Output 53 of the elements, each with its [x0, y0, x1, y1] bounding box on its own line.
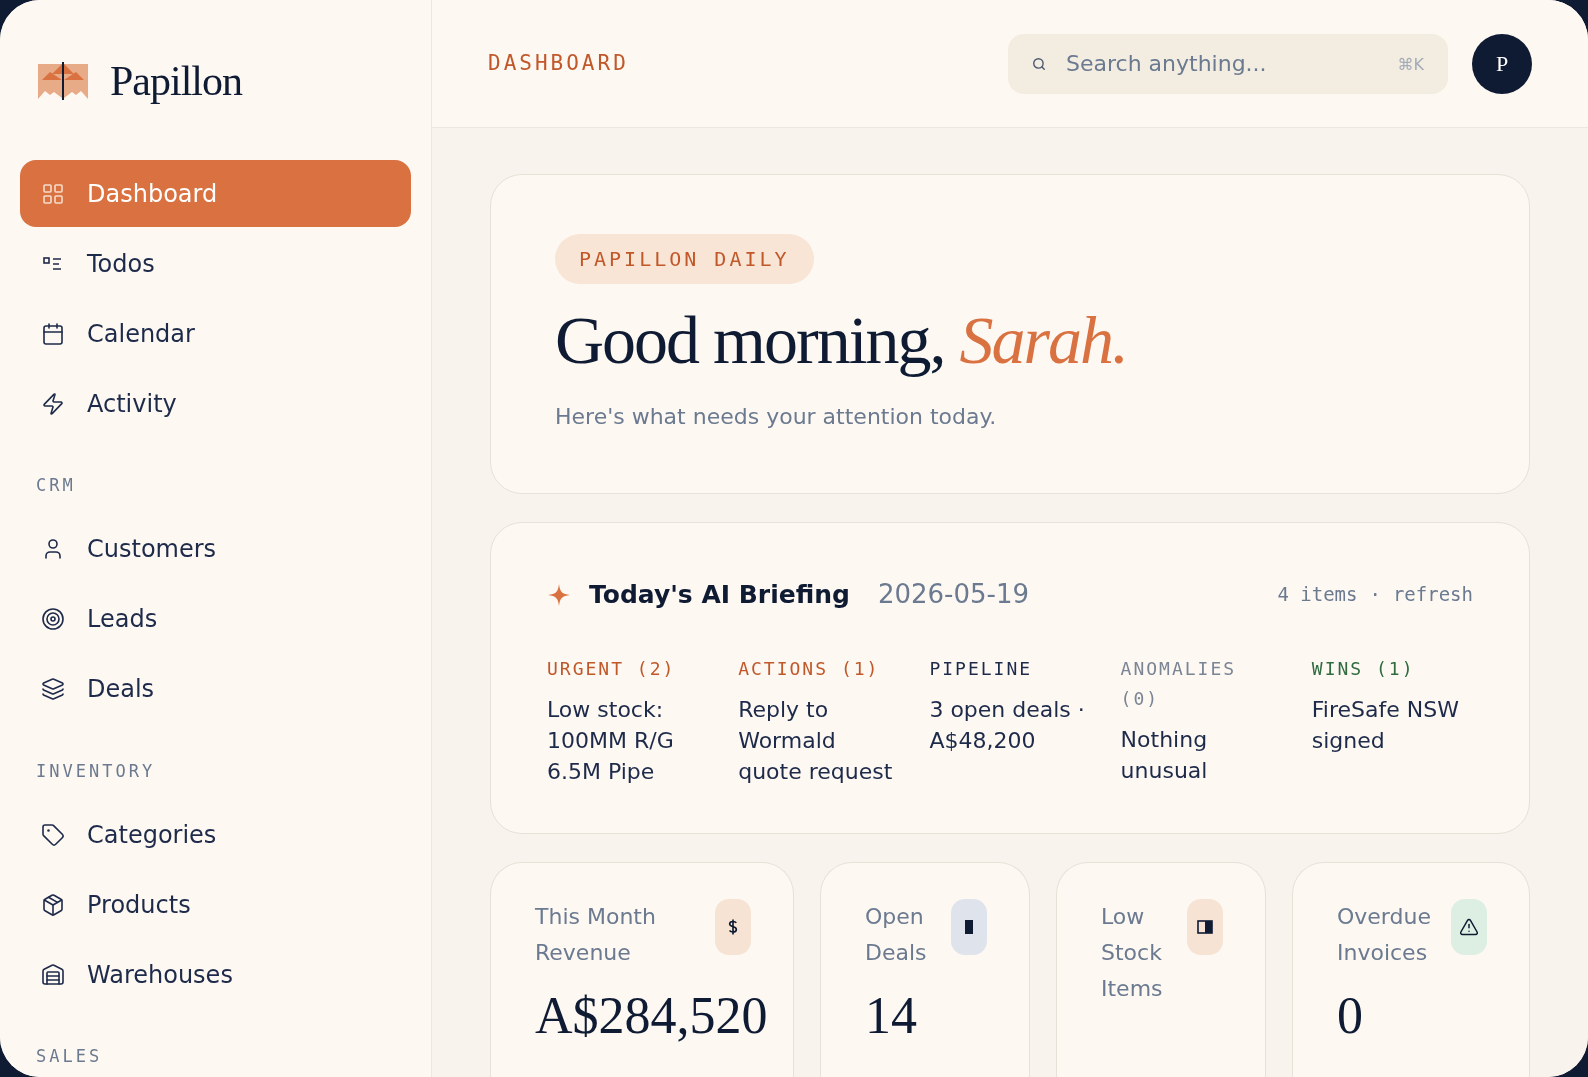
section-heading: SALES: [35, 1045, 104, 1068]
lightning-icon: [41, 391, 65, 416]
stat-value: 0: [1337, 986, 1363, 1046]
nav-item[interactable]: Customers: [20, 515, 411, 583]
shortcut-hint: ⌘K: [1397, 53, 1424, 76]
nav-item[interactable]: Categories: [20, 801, 411, 868]
badge: PAPILLON DAILY: [555, 234, 814, 284]
stat-label: Overdue Invoices: [1337, 903, 1432, 967]
greeting-subtitle: Here's what needs your attention today.: [555, 403, 998, 431]
grid-icon: [41, 181, 65, 206]
tag-icon: [41, 822, 65, 847]
stat-value: 14: [865, 986, 917, 1046]
nav-item[interactable]: Activity: [20, 370, 411, 437]
stat-label: This Month Revenue: [535, 903, 657, 967]
bar-icon: [965, 920, 973, 934]
nav-item[interactable]: Deals: [20, 655, 411, 723]
brand-name: Papillon: [110, 60, 242, 102]
nav-item[interactable]: Leads: [20, 585, 411, 653]
section-heading: CRM: [35, 474, 77, 497]
nav-item[interactable]: Todos: [20, 230, 411, 297]
calendar-icon: [41, 321, 65, 346]
warning-icon: [1459, 917, 1479, 937]
nav-item[interactable]: Products: [20, 871, 411, 938]
nav-item[interactable]: Calendar: [20, 300, 411, 367]
category-label: WINS (1): [1311, 657, 1416, 681]
nav-item[interactable]: Warehouses: [20, 941, 411, 1008]
half-square-icon: [1197, 920, 1213, 934]
category-label: ACTIONS (1): [738, 657, 881, 681]
stat-label: Low Stock Items: [1101, 903, 1164, 1003]
briefing-text: 3 open deals · A$48,200: [929, 696, 1086, 755]
briefing-title: Today's AI Briefing: [589, 578, 850, 611]
target-icon: [41, 607, 65, 631]
avatar[interactable]: P: [1472, 33, 1532, 94]
stat-label: Open Deals: [865, 903, 928, 967]
briefing-text: Nothing unusual: [1120, 726, 1209, 785]
box-icon: [41, 892, 65, 917]
briefing-text: Reply to Wormald quote request: [738, 696, 894, 786]
category-label: ANOMALIES (0): [1120, 657, 1238, 711]
category-label: URGENT (2): [547, 657, 677, 681]
search-icon: [1032, 56, 1046, 71]
item-count: 4 items: [1277, 582, 1358, 608]
warehouse-icon: [41, 962, 65, 987]
refresh-link[interactable]: refresh: [1392, 580, 1473, 609]
briefing-date: 2026-05-19: [877, 578, 1030, 611]
butterfly-logo: [38, 62, 88, 100]
stat-value: A$284,520: [535, 986, 768, 1046]
category-label: PIPELINE: [929, 657, 1034, 681]
briefing-text: FireSafe NSW signed: [1311, 696, 1460, 755]
separator-dot: ·: [1369, 582, 1381, 608]
briefing-text: Low stock: 100MM R/G 6.5M Pipe: [547, 696, 675, 786]
layers-icon: [41, 677, 65, 701]
section-heading: INVENTORY: [35, 759, 157, 783]
page-title: DASHBOARD: [488, 49, 629, 77]
